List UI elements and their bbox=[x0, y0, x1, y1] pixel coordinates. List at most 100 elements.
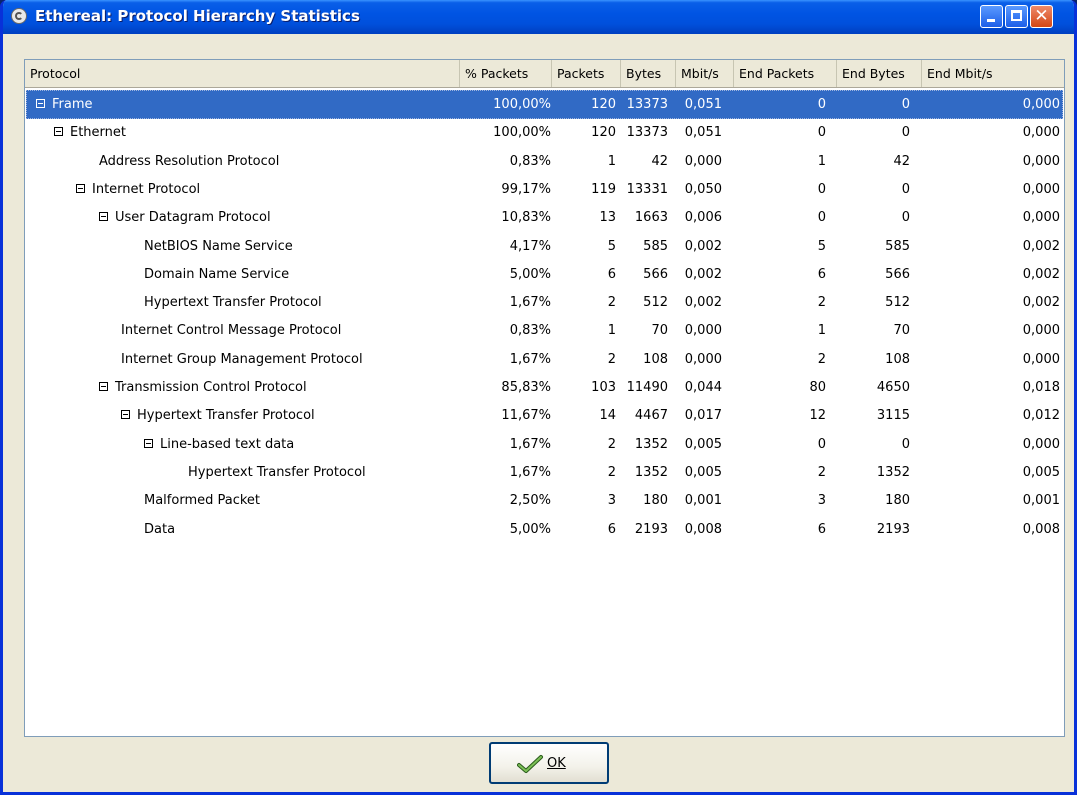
collapse-toggle-icon[interactable] bbox=[144, 438, 153, 448]
cell-end-mbit: 0,000 bbox=[1022, 210, 1060, 226]
collapse-toggle-icon[interactable] bbox=[76, 183, 85, 193]
cell-end-bytes: 3115 bbox=[876, 408, 910, 424]
cell-mbit: 0,006 bbox=[684, 210, 722, 226]
minimize-icon bbox=[987, 19, 995, 22]
cell-protocol: Hypertext Transfer Protocol bbox=[188, 464, 366, 480]
cell-end-mbit: 0,001 bbox=[1022, 493, 1060, 509]
table-row[interactable]: Malformed Packet 2,50% 3 180 0,001 3 180 0,001 bbox=[26, 486, 1063, 515]
cell-end-bytes: 108 bbox=[885, 351, 910, 367]
cell-protocol: Malformed Packet bbox=[144, 493, 261, 509]
table-row[interactable]: Hypertext Transfer Protocol 11,67% 14 4467 0… bbox=[26, 401, 1063, 430]
cell-end-bytes: 0 bbox=[901, 210, 910, 226]
cell-protocol: Ethernet bbox=[70, 125, 126, 141]
cell-end-mbit: 0,008 bbox=[1022, 521, 1060, 537]
cell-mbit: 0,044 bbox=[684, 380, 722, 395]
cell-end-bytes: 0 bbox=[901, 125, 910, 141]
cell-mbit: 0,002 bbox=[684, 295, 722, 311]
table-row[interactable]: Frame 100,00% 120 13373 0,051 0 0 0,000 bbox=[26, 90, 1063, 119]
cell-protocol: Internet Group Management Protocol bbox=[121, 351, 363, 367]
table-row[interactable]: Hypertext Transfer Protocol 1,67% 2 512 0,00… bbox=[26, 288, 1063, 317]
cell-protocol: Domain Name Service bbox=[144, 266, 290, 282]
table-row[interactable]: Ethernet 100,00% 120 13373 0,051 0 0 0,000 bbox=[26, 118, 1063, 147]
table-row[interactable]: Internet Group Management Protocol 1,67% 2… bbox=[26, 345, 1063, 374]
cell-end-bytes: 512 bbox=[885, 295, 910, 311]
cell-end-bytes: 70 bbox=[893, 323, 910, 339]
collapse-toggle-icon[interactable] bbox=[121, 410, 130, 420]
cell-mbit: 0,051 bbox=[684, 125, 722, 141]
cell-end-bytes: 566 bbox=[885, 266, 910, 282]
window-title: Ethereal: Protocol Hierarchy Statistics bbox=[35, 7, 360, 25]
cell-end-bytes: 4650 bbox=[876, 380, 910, 395]
cell-protocol: Internet Control Message Protocol bbox=[121, 323, 342, 339]
cell-end-mbit: 0,000 bbox=[1022, 181, 1060, 197]
cell-protocol: Internet Protocol bbox=[92, 181, 201, 197]
close-icon: ✕ bbox=[1034, 6, 1049, 26]
cell-end-bytes: 0 bbox=[901, 436, 910, 452]
column-header-mbit[interactable]: Mbit/s bbox=[676, 60, 734, 87]
table-row[interactable]: Line-based text data 1,67% 2 1352 0,005 0 0 0,0… bbox=[26, 430, 1063, 459]
cell-mbit: 0,050 bbox=[684, 181, 722, 197]
ethereal-app-icon bbox=[11, 8, 27, 24]
cell-end-bytes: 585 bbox=[885, 238, 910, 254]
cell-end-mbit: 0,002 bbox=[1022, 266, 1060, 282]
cell-protocol: Hypertext Transfer Protocol bbox=[144, 295, 322, 311]
cell-end-mbit: 0,002 bbox=[1022, 238, 1060, 254]
cell-end-mbit: 0,000 bbox=[1022, 153, 1060, 169]
cell-protocol: Transmission Control Protocol bbox=[115, 380, 307, 395]
ok-button-label: OK bbox=[547, 756, 566, 771]
table-header: Protocol % Packets Packets Bytes Mbit/s … bbox=[25, 60, 1064, 88]
column-header-end-packets[interactable]: End Packets bbox=[734, 60, 837, 87]
cell-end-mbit: 0,018 bbox=[1022, 380, 1060, 395]
table-row[interactable]: NetBIOS Name Service 4,17% 5 585 0,002 5 585 0,… bbox=[26, 232, 1063, 261]
cell-mbit: 0,008 bbox=[684, 521, 722, 537]
cell-mbit: 0,002 bbox=[684, 266, 722, 282]
collapse-toggle-icon[interactable] bbox=[54, 127, 63, 137]
ok-checkmark-icon bbox=[517, 755, 543, 773]
column-header-protocol[interactable]: Protocol bbox=[25, 60, 460, 87]
table-row[interactable]: Hypertext Transfer Protocol 1,67% 2 1352 0,0… bbox=[26, 458, 1063, 487]
cell-protocol: User Datagram Protocol bbox=[115, 210, 271, 226]
cell-end-mbit: 0,012 bbox=[1022, 408, 1060, 424]
maximize-button[interactable] bbox=[1005, 5, 1028, 28]
cell-mbit: 0,005 bbox=[684, 464, 722, 480]
cell-protocol: Address Resolution Protocol bbox=[99, 153, 280, 169]
table-row[interactable]: Internet Protocol 99,17% 119 13331 0,050 0 0 0,… bbox=[26, 175, 1063, 204]
table-row[interactable]: User Datagram Protocol 10,83% 13 1663 0,006 0… bbox=[26, 203, 1063, 232]
cell-end-bytes: 0 bbox=[901, 97, 910, 112]
table-row[interactable]: Data 5,00% 6 2193 0,008 6 2193 0,008 bbox=[26, 515, 1063, 544]
column-header-end-bytes[interactable]: End Bytes bbox=[837, 60, 922, 87]
cell-protocol: Data bbox=[144, 521, 176, 537]
maximize-icon bbox=[1011, 10, 1022, 21]
close-button[interactable]: ✕ bbox=[1030, 5, 1053, 28]
column-header-packets[interactable]: Packets bbox=[552, 60, 621, 87]
column-header-end-mbit[interactable]: End Mbit/s bbox=[922, 60, 1064, 87]
ok-button[interactable]: OK bbox=[489, 742, 609, 784]
collapse-toggle-icon[interactable] bbox=[99, 382, 108, 391]
cell-end-bytes: 180 bbox=[885, 493, 910, 509]
cell-end-bytes: 42 bbox=[893, 153, 910, 169]
collapse-toggle-icon[interactable] bbox=[36, 99, 45, 108]
collapse-toggle-icon[interactable] bbox=[99, 212, 108, 222]
table-row[interactable]: Internet Control Message Protocol 0,83% 1 7… bbox=[26, 316, 1063, 345]
cell-mbit: 0,000 bbox=[684, 351, 722, 367]
column-header-pct-packets[interactable]: % Packets bbox=[460, 60, 552, 87]
title-bar[interactable]: Ethereal: Protocol Hierarchy Statistics … bbox=[3, 0, 1074, 34]
protocol-hierarchy-table[interactable]: Protocol % Packets Packets Bytes Mbit/s … bbox=[24, 59, 1065, 737]
cell-mbit: 0,005 bbox=[684, 436, 722, 452]
table-row[interactable]: Transmission Control Protocol 85,83% 103 11… bbox=[26, 373, 1063, 402]
cell-mbit: 0,001 bbox=[684, 493, 722, 509]
table-row[interactable]: Domain Name Service 5,00% 6 566 0,002 6 566 0,0… bbox=[26, 260, 1063, 289]
cell-end-mbit: 0,000 bbox=[1022, 351, 1060, 367]
column-header-bytes[interactable]: Bytes bbox=[621, 60, 676, 87]
cell-end-bytes: 1352 bbox=[876, 464, 910, 480]
cell-end-bytes: 0 bbox=[901, 181, 910, 197]
cell-end-mbit: 0,002 bbox=[1022, 295, 1060, 311]
minimize-button[interactable] bbox=[980, 5, 1003, 28]
cell-end-mbit: 0,000 bbox=[1022, 125, 1060, 141]
table-row[interactable]: Address Resolution Protocol 0,83% 1 42 0,000… bbox=[26, 147, 1063, 176]
cell-end-mbit: 0,000 bbox=[1022, 323, 1060, 339]
statistics-window: Ethereal: Protocol Hierarchy Statistics … bbox=[0, 0, 1077, 795]
cell-end-mbit: 0,000 bbox=[1022, 97, 1060, 112]
cell-mbit: 0,002 bbox=[684, 238, 722, 254]
cell-protocol: Hypertext Transfer Protocol bbox=[137, 408, 315, 424]
